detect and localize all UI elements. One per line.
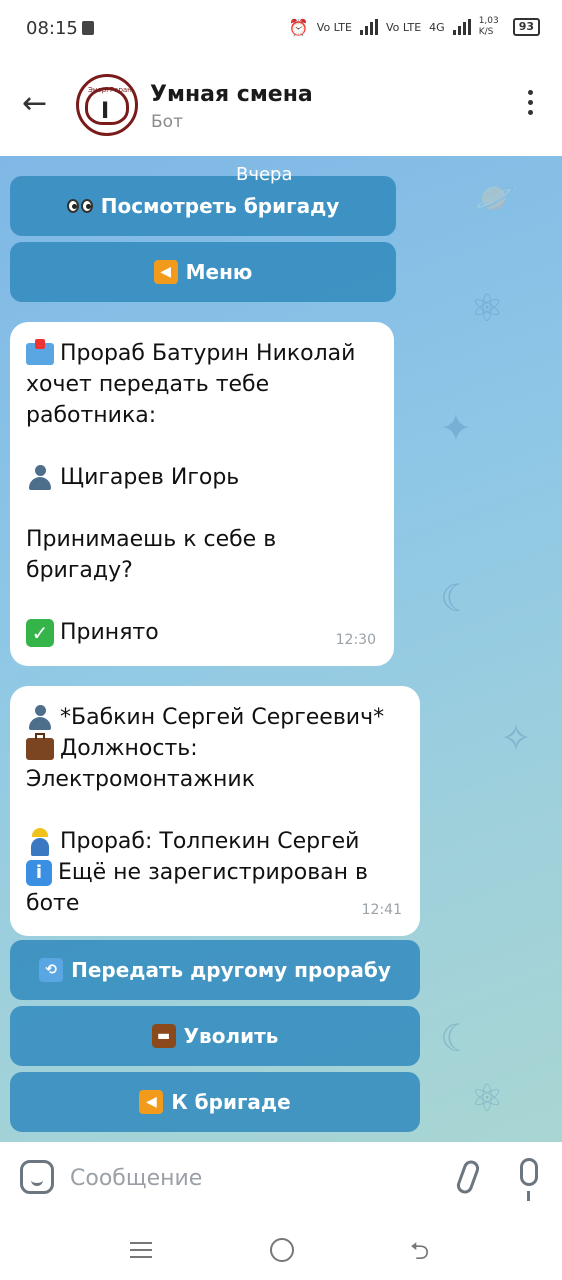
sim-icon bbox=[82, 21, 94, 35]
check-icon: ✓ bbox=[26, 619, 54, 647]
signal-icon-2 bbox=[452, 19, 471, 35]
message-input-bar: Сообщение bbox=[0, 1142, 562, 1220]
more-options-icon[interactable] bbox=[528, 90, 534, 115]
system-nav-bar: ⮌ bbox=[0, 1220, 562, 1280]
left-arrow-box-icon: ◀ bbox=[139, 1090, 164, 1114]
briefcase-icon bbox=[26, 733, 54, 760]
message-line: работника: bbox=[26, 403, 157, 428]
dismiss-label: Уволить bbox=[183, 1024, 279, 1048]
message-line: i Ещё не зарегистрирован в bbox=[26, 857, 404, 888]
date-label: Вчера bbox=[236, 164, 293, 185]
eyes-icon bbox=[66, 199, 93, 213]
person-icon bbox=[26, 705, 54, 731]
planet-doodle-icon: 🪐 bbox=[470, 176, 518, 220]
status-icons: ⏰ Vo LTE Vo LTE 4G 1,03 K/S 93 bbox=[289, 16, 540, 38]
message-text: Щигарев Игорь bbox=[60, 465, 240, 490]
message-text: *Бабкин Сергей Сергеевич* bbox=[60, 705, 385, 730]
info-icon: i bbox=[26, 860, 52, 886]
inbox-tray-icon bbox=[26, 339, 54, 365]
message-line-empty bbox=[26, 431, 378, 462]
home-icon[interactable] bbox=[270, 1238, 294, 1262]
avatar-logo-text: ЭнергГарант bbox=[88, 86, 136, 94]
message-line: Должность: bbox=[26, 733, 404, 764]
construction-worker-icon bbox=[26, 828, 54, 856]
dismiss-button[interactable]: ▬ Уволить bbox=[10, 1006, 420, 1066]
view-brigade-button[interactable]: Посмотреть бригаду bbox=[10, 176, 396, 236]
chat-title[interactable]: Умная смена bbox=[150, 82, 313, 107]
briefcase-icon: ▬ bbox=[151, 1024, 176, 1048]
message-line-empty bbox=[26, 586, 378, 617]
status-time: 08:15 bbox=[26, 18, 78, 39]
chat-header: ← ЭнергГарант I Умная смена Бот bbox=[0, 56, 562, 156]
message-line: Электромонтажник bbox=[26, 767, 256, 792]
moon-doodle-icon: ☾ bbox=[440, 576, 475, 620]
to-brigade-button[interactable]: ◀ К бригаде bbox=[10, 1072, 420, 1132]
message-text: Должность: bbox=[60, 736, 198, 761]
chat-subtitle: Бот bbox=[151, 112, 183, 132]
left-arrow-box-icon: ◀ bbox=[153, 260, 178, 284]
nav-back-icon[interactable]: ⮌ bbox=[410, 1234, 429, 1275]
atom-doodle-icon: ⚛ bbox=[470, 286, 505, 330]
message-line: Щигарев Игорь bbox=[26, 462, 378, 493]
chat-area[interactable]: 🪐 ⚛ ✦ ☾ ✧ ☾ ⚛ Посмотреть бригаду Вчера ◀… bbox=[0, 156, 562, 1142]
status-bar: 08:15 ⏰ Vo LTE Vo LTE 4G 1,03 K/S 93 bbox=[0, 0, 562, 56]
star-doodle-icon: ✦ bbox=[440, 406, 472, 450]
message-time: 12:41 bbox=[361, 902, 402, 918]
alarm-icon: ⏰ bbox=[288, 17, 309, 37]
star-doodle-icon: ✧ bbox=[500, 716, 532, 760]
view-brigade-label: Посмотреть бригаду bbox=[100, 194, 340, 218]
to-brigade-label: К бригаде bbox=[171, 1090, 291, 1114]
message-line: Прораб Батурин Николай bbox=[26, 338, 378, 369]
message-line: хочет передать тебе bbox=[26, 372, 270, 397]
logo-mark-icon: I bbox=[101, 99, 110, 124]
message-bubble[interactable]: *Бабкин Сергей Сергеевич* Должность: Эле… bbox=[10, 686, 420, 936]
net-speed: 1,03 K/S bbox=[478, 16, 499, 37]
message-line: ✓ Принято bbox=[26, 617, 378, 648]
message-line: бригаду? bbox=[26, 558, 133, 583]
message-line-empty bbox=[26, 795, 404, 826]
arrows-counterclockwise-icon: ⟲ bbox=[39, 958, 64, 982]
sticker-icon[interactable] bbox=[20, 1160, 54, 1194]
back-arrow-icon[interactable]: ← bbox=[22, 86, 47, 121]
message-text: Ещё не зарегистрирован в bbox=[58, 860, 368, 885]
message-text: Принято bbox=[60, 620, 159, 645]
message-line: боте bbox=[26, 891, 80, 916]
message-line: Принимаешь к себе в bbox=[26, 527, 277, 552]
message-line: Прораб: Толпекин Сергей bbox=[26, 826, 404, 857]
menu-button[interactable]: ◀ Меню bbox=[10, 242, 396, 302]
bot-avatar[interactable]: ЭнергГарант I bbox=[76, 74, 138, 136]
message-text: Прораб Батурин Николай bbox=[60, 341, 356, 366]
person-icon bbox=[26, 465, 54, 491]
transfer-label: Передать другому прорабу bbox=[71, 958, 391, 982]
recent-apps-icon[interactable] bbox=[130, 1242, 152, 1258]
signal-icon bbox=[359, 19, 378, 35]
network-label-2: Vo LTE bbox=[385, 20, 422, 34]
microphone-icon[interactable] bbox=[520, 1158, 538, 1201]
network-label-3: 4G bbox=[429, 20, 445, 34]
message-input[interactable]: Сообщение bbox=[70, 1166, 202, 1191]
message-line: *Бабкин Сергей Сергеевич* bbox=[26, 702, 404, 733]
menu-label: Меню bbox=[185, 260, 253, 284]
attach-paperclip-icon[interactable] bbox=[454, 1158, 482, 1196]
message-text: Прораб: Толпекин Сергей bbox=[60, 829, 360, 854]
transfer-to-foreman-button[interactable]: ⟲ Передать другому прорабу bbox=[10, 940, 420, 1000]
moon-doodle-icon: ☾ bbox=[440, 1016, 475, 1060]
message-time: 12:30 bbox=[335, 632, 376, 648]
network-label-1: Vo LTE bbox=[316, 20, 352, 34]
atom-doodle-icon: ⚛ bbox=[470, 1076, 505, 1120]
message-bubble[interactable]: Прораб Батурин Николай хочет передать те… bbox=[10, 322, 394, 666]
battery-indicator: 93 bbox=[512, 18, 540, 36]
message-line-empty bbox=[26, 493, 378, 524]
